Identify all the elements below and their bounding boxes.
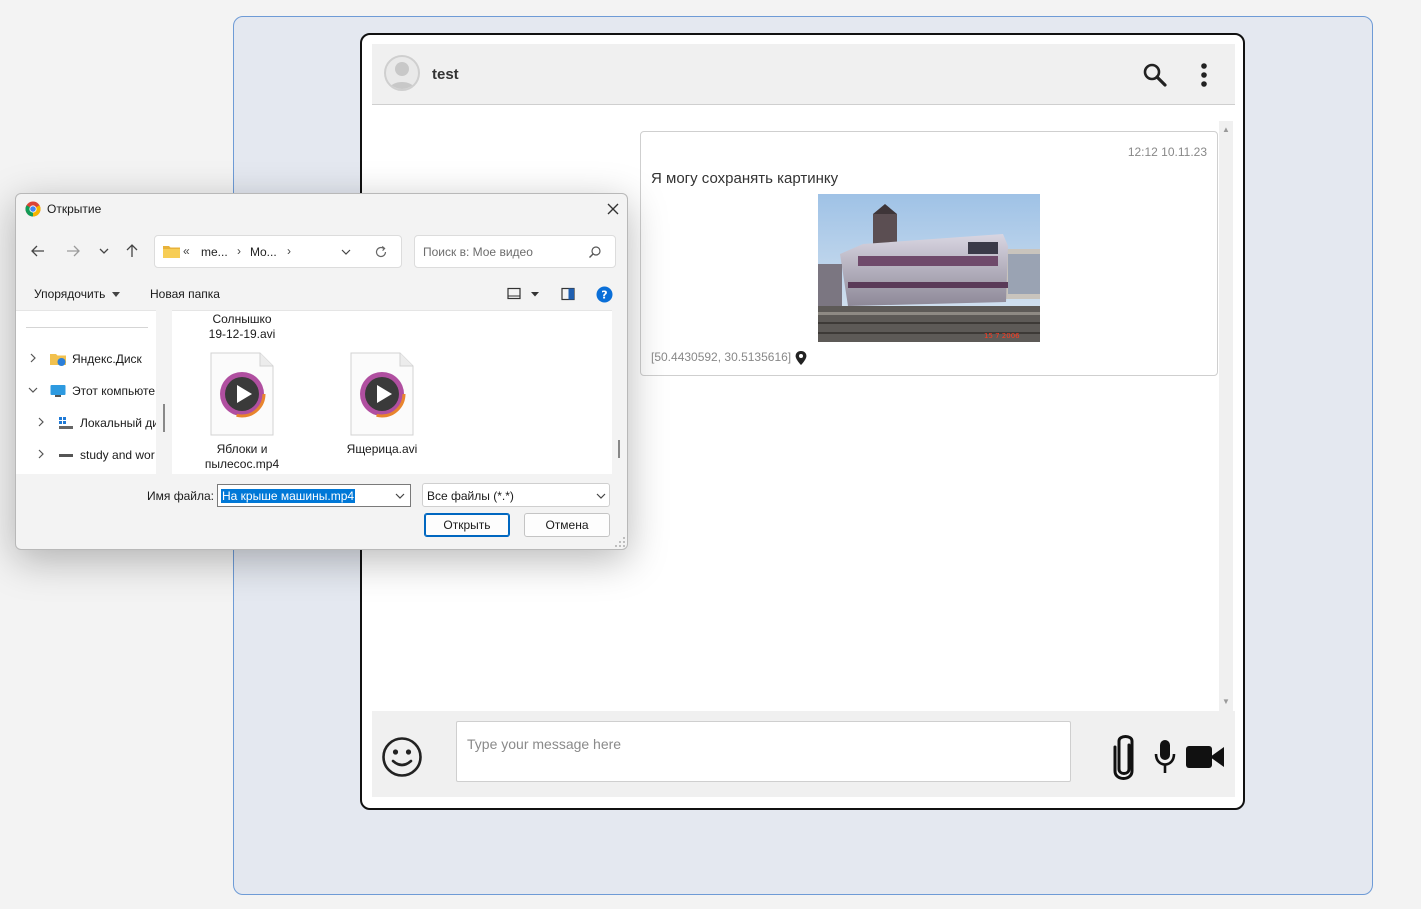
chevron-down-icon[interactable] [394,491,406,501]
nav-divider [26,327,148,328]
file-scrollbar-thumb[interactable] [618,440,620,458]
paperclip-icon[interactable] [1110,733,1138,781]
new-folder-button[interactable]: Новая папка [150,287,220,301]
address-dropdown-icon[interactable] [340,247,352,257]
more-vert-icon[interactable] [1190,61,1218,89]
breadcrumb-item-1[interactable]: me... [201,245,228,259]
file-name-line: Солнышко [212,312,272,326]
nav-label: Яндекс.Диск [72,352,142,366]
pane-resize-handle[interactable] [157,310,171,474]
dialog-search-input[interactable] [423,244,583,260]
yandex-disk-folder-icon [50,354,66,366]
chevron-down-icon[interactable] [595,491,607,501]
chevron-down-icon [111,292,120,297]
navigation-pane[interactable]: Яндекс.Диск Этот компьюте Локальный ди s… [16,310,156,474]
up-arrow-icon[interactable] [122,242,142,260]
breadcrumb-overflow[interactable]: « [183,244,190,258]
message-input[interactable] [456,721,1071,782]
message-text: Я могу сохранять картинку [651,170,839,187]
scroll-up-icon[interactable]: ▲ [1222,125,1230,134]
search-icon[interactable] [588,245,602,259]
filename-value[interactable]: На крыше машины.mp4 [221,489,356,503]
cancel-button[interactable]: Отмена [524,513,610,537]
file-name-line: 19-12-19.avi [208,327,276,341]
message-image[interactable]: 15 7 2006 [818,194,1040,342]
microphone-icon[interactable] [1154,739,1176,775]
computer-icon [50,385,66,397]
chrome-icon [25,201,41,217]
scroll-down-icon[interactable]: ▼ [1222,697,1230,706]
video-file-icon[interactable] [350,352,414,436]
composer [372,711,1235,797]
view-mode-icon[interactable] [507,287,541,304]
folder-icon [163,245,180,258]
close-icon[interactable] [602,198,624,220]
breadcrumb-separator[interactable]: › [237,244,241,258]
file-item-label[interactable]: Ящерица.avi [332,442,432,457]
svg-text:?: ? [601,289,607,302]
back-arrow-icon[interactable] [28,242,48,260]
recent-chevron-down-icon[interactable] [94,242,114,260]
messages-scrollbar[interactable]: ▲ ▼ [1219,121,1233,711]
help-icon[interactable]: ? [596,286,613,306]
nav-item-yandex-disk[interactable]: Яндекс.Диск [16,348,156,370]
file-name-line: пылесос.mp4 [204,457,280,471]
drive-icon [59,454,73,457]
filename-input[interactable]: На крыше машины.mp4 [217,484,411,507]
dialog-search-box[interactable] [414,235,616,268]
file-open-dialog: Открытие « me... › Mo... › Поиск в: Мое … [15,193,628,550]
chevron-right-icon[interactable] [28,353,38,363]
dialog-titlebar[interactable]: Открытие [16,194,627,224]
file-list[interactable]: Солнышко 19-12-19.avi Яблоки и пылесос.m… [172,310,612,474]
message-time: 12:12 10.11.23 [1127,145,1207,159]
file-name-line: Ящерица.avi [346,442,418,456]
breadcrumb-item-2[interactable]: Mo... [250,245,277,259]
image-date-stamp: 15 7 2006 [984,332,1020,340]
filetype-select[interactable]: Все файлы (*.*) [422,483,610,507]
message-coords: [50.4430592, 30.5135616] [651,350,792,364]
organize-label: Упорядочить [34,287,106,301]
dialog-title: Открытие [47,202,102,216]
breadcrumb-separator[interactable]: › [287,244,291,258]
refresh-icon[interactable] [374,245,388,259]
chevron-right-icon[interactable] [36,417,46,427]
nav-item-local-disk[interactable]: Локальный ди [16,412,156,434]
resize-grip-icon[interactable] [614,536,626,548]
nav-label: Локальный ди [80,416,156,430]
location-pin-icon[interactable] [795,351,807,365]
filetype-value: Все файлы (*.*) [427,489,514,503]
message-bubble: 12:12 10.11.23 Я могу сохранять картинку [640,131,1218,376]
open-button[interactable]: Открыть [424,513,510,537]
file-name-line: Яблоки и [216,442,268,456]
file-item-label[interactable]: Солнышко 19-12-19.avi [192,312,292,342]
nav-label: Этот компьюте [72,384,156,398]
preview-pane-icon[interactable] [561,287,575,304]
nav-scrollbar-thumb[interactable] [163,404,165,432]
filename-label: Имя файла: [147,489,214,503]
nav-item-study-and-work[interactable]: study and wor [16,444,156,466]
chevron-down-icon[interactable] [28,385,38,395]
video-file-icon[interactable] [210,352,274,436]
avatar-icon[interactable] [384,55,420,91]
chevron-right-icon[interactable] [36,449,46,459]
emoji-icon[interactable] [380,735,424,779]
nav-label: study and wor [80,448,155,462]
forward-arrow-icon[interactable] [63,242,83,260]
local-drive-icon [59,417,73,429]
file-item-label[interactable]: Яблоки и пылесос.mp4 [192,442,292,472]
chat-header: test [372,44,1235,105]
search-icon[interactable] [1141,61,1169,89]
nav-item-this-pc[interactable]: Этот компьюте [16,380,156,402]
video-camera-icon[interactable] [1186,745,1224,769]
file-list-scrollbar[interactable] [613,310,627,474]
contact-name: test [432,66,459,83]
organize-button[interactable]: Упорядочить [34,287,120,301]
address-bar[interactable]: « me... › Mo... › [154,235,402,268]
